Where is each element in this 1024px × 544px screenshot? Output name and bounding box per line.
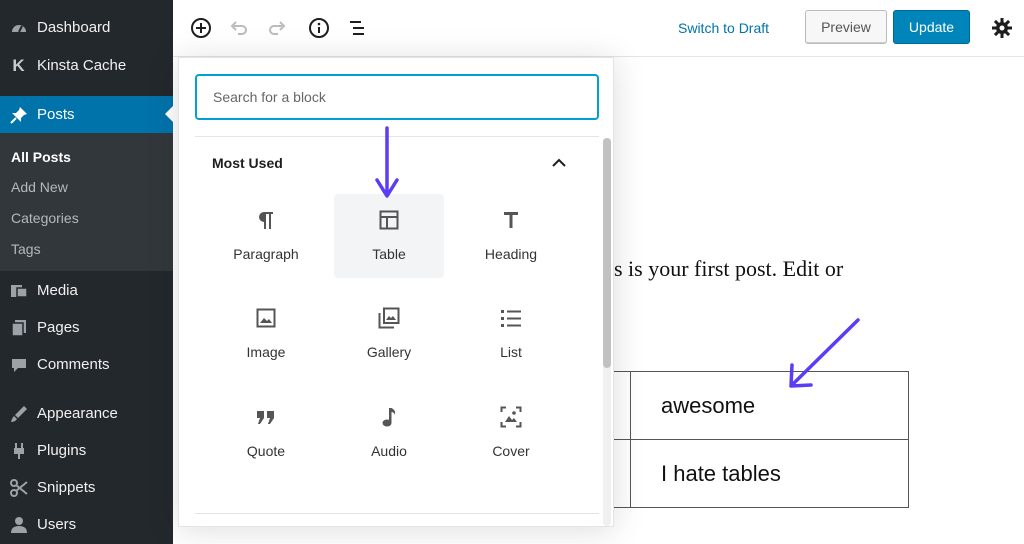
undo-icon[interactable]: [225, 14, 253, 42]
table-icon: [377, 208, 401, 232]
comments-icon: [0, 346, 37, 383]
submenu-tags[interactable]: Tags: [11, 241, 41, 257]
update-button[interactable]: Update: [893, 10, 970, 44]
table-cell[interactable]: I hate tables: [630, 439, 909, 508]
chevron-up-icon[interactable]: [549, 153, 569, 173]
block-audio[interactable]: Audio: [334, 391, 444, 475]
block-heading[interactable]: Heading: [456, 194, 566, 278]
snippets-icon: [0, 469, 37, 506]
switch-to-draft-link[interactable]: Switch to Draft: [678, 20, 769, 36]
block-image[interactable]: Image: [211, 292, 321, 376]
annotation-arrow-diagonal: [789, 318, 860, 388]
preview-button[interactable]: Preview: [805, 10, 887, 44]
block-cover[interactable]: Cover: [456, 391, 566, 475]
posts-submenu: All Posts Add New Categories Tags: [0, 133, 173, 271]
block-search-input[interactable]: [195, 74, 599, 120]
table-cell[interactable]: awesome: [630, 371, 909, 440]
pages-icon: [0, 309, 37, 346]
appearance-icon: [0, 395, 37, 432]
sidebar-item-posts[interactable]: Posts: [0, 96, 173, 133]
add-block-icon[interactable]: [187, 14, 215, 42]
sidebar-item-plugins[interactable]: Plugins: [0, 432, 173, 469]
post-table-block[interactable]: awesome I hate tables: [612, 371, 909, 508]
block-quote[interactable]: Quote: [211, 391, 321, 475]
table-row: awesome: [612, 371, 909, 440]
submenu-categories[interactable]: Categories: [11, 210, 79, 226]
annotation-arrow-down: [375, 126, 399, 198]
quote-icon: [254, 405, 278, 429]
block-gallery[interactable]: Gallery: [334, 292, 444, 376]
table-cell[interactable]: [612, 371, 631, 440]
block-paragraph[interactable]: Paragraph: [211, 194, 321, 278]
table-cell[interactable]: [612, 439, 631, 508]
sidebar-item-pages[interactable]: Pages: [0, 309, 173, 346]
sidebar-item-dashboard[interactable]: Dashboard: [0, 9, 173, 46]
sidebar-item-comments[interactable]: Comments: [0, 346, 173, 383]
plugins-icon: [0, 432, 37, 469]
list-icon: [499, 306, 523, 330]
kinsta-icon: K: [12, 55, 25, 75]
block-table[interactable]: Table: [334, 194, 444, 278]
scrollbar-thumb[interactable]: [603, 138, 611, 368]
table-row: I hate tables: [612, 439, 909, 508]
audio-icon: [377, 405, 401, 429]
block-list[interactable]: List: [456, 292, 566, 376]
block-navigation-icon[interactable]: [343, 14, 371, 42]
paragraph-icon: [254, 208, 278, 232]
image-icon: [254, 306, 278, 330]
sidebar-item-users[interactable]: Users: [0, 506, 173, 543]
panel-title: Most Used: [212, 155, 283, 171]
sidebar-item-appearance[interactable]: Appearance: [0, 395, 173, 432]
gallery-icon: [377, 306, 401, 330]
post-paragraph[interactable]: s is your first post. Edit or: [614, 256, 843, 282]
sidebar-item-snippets[interactable]: Snippets: [0, 469, 173, 506]
editor-toolbar: Switch to Draft Preview Update: [173, 0, 1024, 57]
divider: [195, 513, 599, 514]
pin-icon: [0, 96, 37, 133]
users-icon: [0, 506, 37, 543]
dashboard-icon: [0, 9, 37, 46]
info-icon[interactable]: [305, 14, 333, 42]
submenu-add-new[interactable]: Add New: [11, 179, 68, 195]
media-icon: [0, 272, 37, 309]
cover-icon: [499, 405, 523, 429]
inserter-scrollbar[interactable]: [603, 138, 611, 526]
sidebar-item-media[interactable]: Media: [0, 272, 173, 309]
heading-icon: [499, 208, 523, 232]
redo-icon[interactable]: [263, 14, 291, 42]
admin-sidebar: Dashboard K Kinsta Cache Posts All Posts…: [0, 0, 173, 544]
settings-gear-icon[interactable]: [988, 14, 1016, 42]
sidebar-item-kinsta-cache[interactable]: K Kinsta Cache: [0, 47, 173, 84]
submenu-all-posts[interactable]: All Posts: [11, 149, 71, 165]
